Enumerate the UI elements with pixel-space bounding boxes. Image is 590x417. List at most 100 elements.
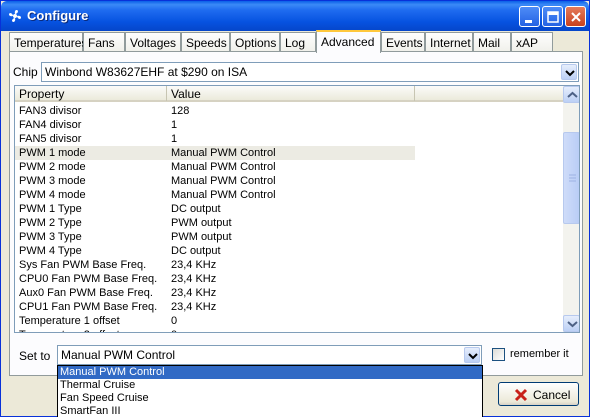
tab-speeds[interactable]: Speeds bbox=[181, 32, 230, 52]
minimize-icon bbox=[525, 20, 532, 23]
property-cell: PWM 2 Type bbox=[19, 217, 82, 229]
dropdown-option[interactable]: Manual PWM Control bbox=[58, 366, 482, 379]
window-title: Configure bbox=[27, 8, 89, 23]
scroll-up-button[interactable] bbox=[563, 86, 579, 103]
dropdown-option[interactable]: Fan Speed Cruise bbox=[58, 392, 482, 405]
property-cell: CPU1 Fan PWM Base Freq. bbox=[19, 301, 158, 313]
property-cell: CPU0 Fan PWM Base Freq. bbox=[19, 273, 158, 285]
tab-fans[interactable]: Fans bbox=[83, 32, 125, 52]
set-to-dropdown-button[interactable] bbox=[464, 347, 480, 363]
red-x-icon bbox=[514, 388, 528, 405]
set-to-dropdown-list[interactable]: Manual PWM Control Thermal Cruise Fan Spee… bbox=[57, 365, 483, 417]
tab-xap[interactable]: xAP bbox=[511, 32, 553, 52]
property-cell: Aux0 Fan PWM Base Freq. bbox=[19, 287, 153, 299]
value-cell: 23,4 KHz bbox=[171, 273, 217, 285]
property-cell: FAN4 divisor bbox=[19, 119, 82, 131]
table-row[interactable]: CPU0 Fan PWM Base Freq. 23,4 KHz bbox=[15, 272, 415, 286]
property-cell: PWM 1 mode bbox=[19, 147, 86, 159]
maximize-icon bbox=[547, 11, 559, 23]
fan-icon bbox=[7, 8, 23, 24]
tab-internet[interactable]: Internet bbox=[425, 32, 473, 52]
scroll-thumb[interactable] bbox=[563, 132, 579, 224]
value-cell: 23,4 KHz bbox=[171, 301, 217, 313]
property-cell: Temperature 2 offset bbox=[19, 328, 120, 332]
grip-icon bbox=[569, 174, 576, 182]
value-cell: Manual PWM Control bbox=[171, 147, 276, 159]
table-row[interactable]: CPU1 Fan PWM Base Freq. 23,4 KHz bbox=[15, 300, 415, 314]
value-cell: Manual PWM Control bbox=[171, 175, 276, 187]
tab-mail[interactable]: Mail bbox=[473, 32, 511, 52]
value-cell: DC output bbox=[171, 245, 221, 257]
property-cell: FAN5 divisor bbox=[19, 133, 82, 145]
property-cell: Sys Fan PWM Base Freq. bbox=[19, 259, 147, 271]
cancel-button[interactable]: Cancel bbox=[498, 382, 579, 406]
property-cell: PWM 2 mode bbox=[19, 161, 86, 173]
set-to-label: Set to bbox=[19, 349, 51, 363]
dropdown-option[interactable]: Thermal Cruise bbox=[58, 379, 482, 392]
chevron-up-icon bbox=[567, 91, 578, 98]
remember-checkbox[interactable] bbox=[492, 348, 505, 361]
table-row[interactable]: PWM 1 mode Manual PWM Control bbox=[15, 146, 415, 160]
table-row[interactable]: PWM 4 mode Manual PWM Control bbox=[15, 188, 415, 202]
table-row[interactable]: FAN4 divisor 1 bbox=[15, 118, 415, 132]
value-cell: DC output bbox=[171, 203, 221, 215]
chip-label: Chip bbox=[13, 65, 38, 79]
tab-voltages[interactable]: Voltages bbox=[125, 32, 181, 52]
tab-options[interactable]: Options bbox=[230, 32, 280, 52]
table-row[interactable]: PWM 3 Type PWM output bbox=[15, 230, 415, 244]
property-cell: PWM 4 Type bbox=[19, 245, 82, 257]
property-cell: FAN3 divisor bbox=[19, 105, 82, 117]
property-cell: Temperature 1 offset bbox=[19, 315, 120, 327]
list-header: Property Value bbox=[15, 86, 563, 102]
column-header-property[interactable]: Property bbox=[15, 86, 167, 101]
value-cell: 0 bbox=[171, 328, 177, 332]
dropdown-option[interactable]: SmartFan III bbox=[58, 405, 482, 417]
table-row[interactable]: Aux0 Fan PWM Base Freq. 23,4 KHz bbox=[15, 286, 415, 300]
value-cell: 0 bbox=[171, 315, 178, 327]
value-cell: 23,4 KHz bbox=[171, 259, 217, 271]
table-row[interactable]: Temperature 2 offset 0 bbox=[15, 328, 415, 332]
table-row[interactable]: PWM 2 mode Manual PWM Control bbox=[15, 160, 415, 174]
close-button[interactable] bbox=[565, 6, 586, 27]
remember-label[interactable]: remember it bbox=[510, 348, 569, 360]
table-row[interactable]: PWM 4 Type DC output bbox=[15, 244, 415, 258]
table-row[interactable]: PWM 1 Type DC output bbox=[15, 202, 415, 216]
table-row[interactable]: FAN5 divisor 1 bbox=[15, 132, 415, 146]
table-row[interactable]: FAN3 divisor 128 bbox=[15, 104, 415, 118]
maximize-button[interactable] bbox=[542, 6, 563, 27]
chevron-down-icon bbox=[468, 353, 478, 360]
table-row[interactable]: PWM 3 mode Manual PWM Control bbox=[15, 174, 415, 188]
column-header-value[interactable]: Value bbox=[167, 86, 415, 101]
tab-log[interactable]: Log bbox=[280, 32, 316, 52]
chevron-down-icon bbox=[565, 70, 575, 77]
chevron-down-icon bbox=[567, 321, 578, 328]
table-row[interactable]: PWM 2 Type PWM output bbox=[15, 216, 415, 230]
close-icon bbox=[571, 12, 581, 22]
set-to-select[interactable]: Manual PWM Control bbox=[57, 345, 482, 365]
cancel-label: Cancel bbox=[533, 388, 571, 402]
tab-events[interactable]: Events bbox=[381, 32, 425, 52]
tab-temperatures[interactable]: Temperatures bbox=[9, 32, 87, 52]
minimize-button[interactable] bbox=[519, 6, 540, 27]
property-cell: PWM 3 Type bbox=[19, 231, 82, 243]
value-cell: PWM output bbox=[171, 217, 232, 229]
table-row[interactable]: Sys Fan PWM Base Freq. 23,4 KHz bbox=[15, 258, 415, 272]
tab-advanced[interactable]: Advanced bbox=[316, 30, 381, 53]
title-bar[interactable]: Configure bbox=[1, 1, 589, 31]
set-to-value: Manual PWM Control bbox=[61, 348, 176, 362]
property-cell: PWM 1 Type bbox=[19, 203, 82, 215]
chip-dropdown-button[interactable] bbox=[561, 64, 577, 80]
value-cell: 23,4 KHz bbox=[171, 287, 217, 299]
value-cell: 128 bbox=[171, 105, 190, 117]
value-cell: PWM output bbox=[171, 231, 232, 243]
chip-select[interactable]: Winbond W83627EHF at $290 on ISA bbox=[41, 62, 579, 82]
table-row[interactable]: Temperature 1 offset 0 bbox=[15, 314, 415, 328]
chip-select-value: Winbond W83627EHF at $290 on ISA bbox=[45, 65, 248, 79]
value-cell: Manual PWM Control bbox=[171, 189, 276, 201]
property-cell: PWM 3 mode bbox=[19, 175, 86, 187]
scroll-down-button[interactable] bbox=[563, 315, 579, 332]
value-cell: Manual PWM Control bbox=[171, 161, 276, 173]
vertical-scrollbar[interactable] bbox=[563, 86, 579, 332]
property-list[interactable]: Property Value FAN3 divisor 128 FAN4 divis… bbox=[14, 85, 580, 333]
property-cell: PWM 4 mode bbox=[19, 189, 86, 201]
